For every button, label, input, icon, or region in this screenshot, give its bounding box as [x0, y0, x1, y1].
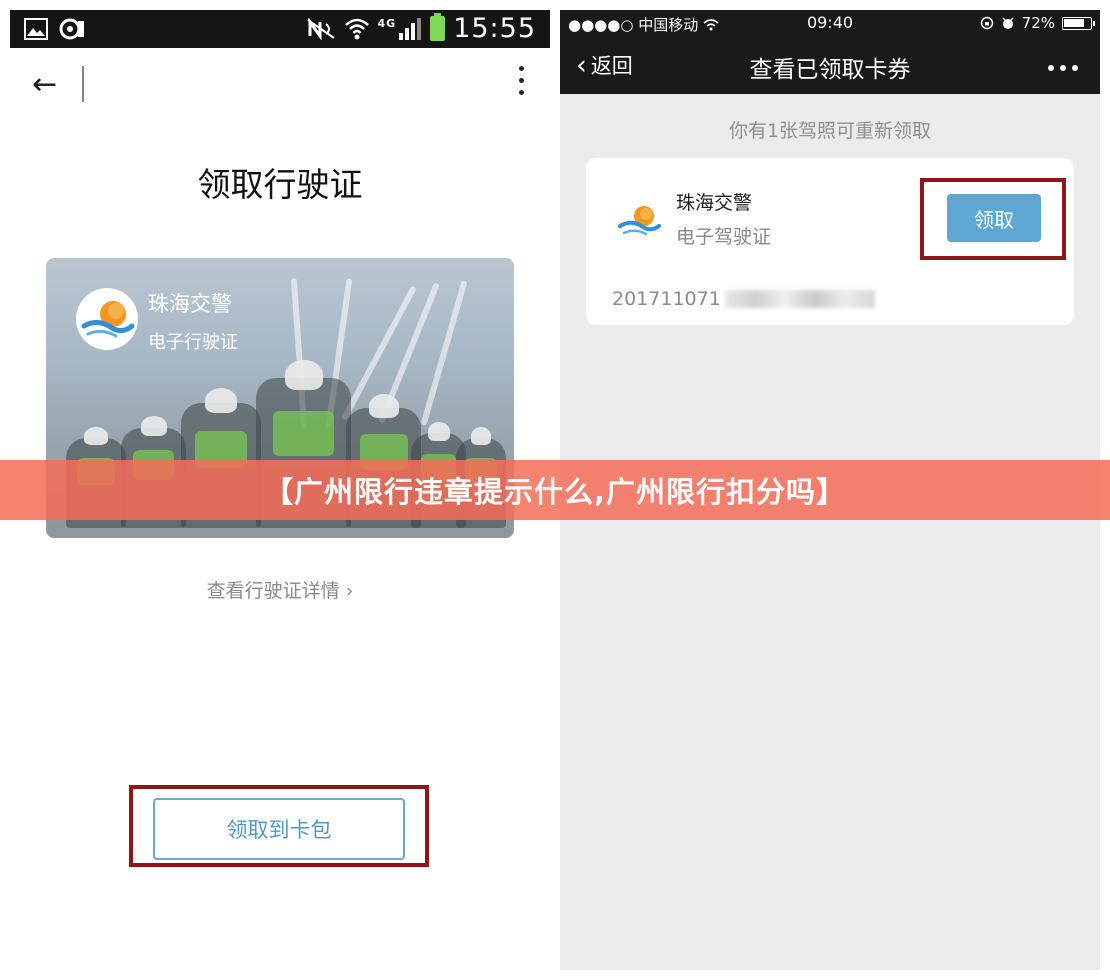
view-license-details-link[interactable]: 查看行驶证详情 › [10, 576, 550, 603]
android-toolbar: ← [10, 48, 550, 120]
coupon-type: 电子驾驶证 [676, 226, 772, 248]
gallery-icon [24, 18, 48, 40]
nav-title: 查看已领取卡券 [749, 57, 911, 83]
screenshot-stage: 4G 15:55 ← 领取行驶证 珠海交警 电子行驶证 查看行驶证详情 › 领取… [0, 0, 1110, 980]
sync-icon [59, 18, 84, 40]
coupon-number: 201711071 [612, 288, 875, 310]
redacted-number [724, 290, 875, 308]
signal-icon [399, 17, 422, 40]
battery-icon [430, 13, 446, 41]
wifi-icon [344, 18, 369, 39]
more-menu-icon[interactable] [519, 66, 524, 95]
toolbar-divider [82, 66, 84, 102]
rotation-lock-icon [980, 16, 993, 30]
traffic-police-logo-icon [618, 206, 661, 236]
more-options-icon[interactable] [1048, 65, 1078, 71]
card-type: 电子行驶证 [148, 332, 238, 353]
reclaim-notice: 你有1张驾照可重新领取 [728, 120, 932, 142]
coupon-number-prefix: 201711071 [612, 288, 721, 310]
android-time: 15:55 [453, 13, 536, 44]
android-status-bar: 4G 15:55 [10, 10, 550, 48]
nfc-muted-icon [306, 17, 335, 40]
traffic-police-logo-icon [76, 288, 138, 350]
ios-status-bar: ●●●●○ 中国移动 09:40 72% [560, 10, 1100, 38]
card-org-name: 珠海交警 [148, 292, 232, 316]
page-title: 领取行驶证 [197, 165, 363, 204]
battery-icon [1062, 16, 1095, 30]
claim-button[interactable]: 领取 [947, 194, 1041, 242]
coupon-org-name: 珠海交警 [676, 192, 753, 214]
ios-nav-bar: ‹ 返回 查看已领取卡券 [560, 38, 1100, 94]
alarm-icon [1002, 17, 1014, 29]
battery-percent: 72% [1021, 14, 1055, 32]
back-arrow-icon[interactable]: ← [32, 70, 57, 100]
driver-license-coupon[interactable]: 珠海交警 电子驾驶证 领取 201711071 [586, 158, 1074, 325]
network-type: 4G [377, 17, 397, 30]
add-to-wallet-button[interactable]: 领取到卡包 [153, 798, 405, 860]
article-title-banner: 【广州限行违章提示什么,广州限行扣分吗】 [0, 460, 1110, 520]
